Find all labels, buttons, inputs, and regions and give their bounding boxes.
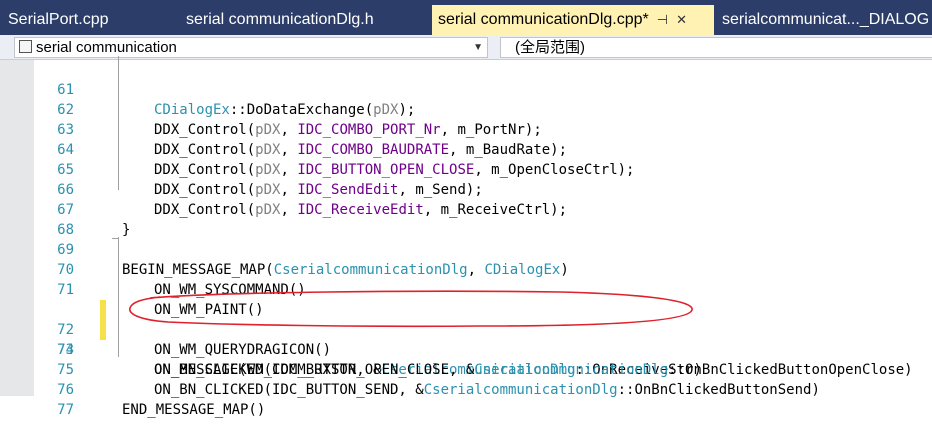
code-line: 61 CDialogEx::DoDataExchange(pDX); xyxy=(0,60,932,118)
scope-dropdown-label: (全局范围) xyxy=(515,39,585,56)
code-line: 74 ON_BN_CLICKED(IDC_BUTTON_OPEN_CLOSE, … xyxy=(0,320,932,378)
tab-dlg-h[interactable]: serial communicationDlg.h xyxy=(178,5,432,35)
tab-label: serial communicationDlg.cpp* xyxy=(438,11,649,28)
code-line: 70 ON_WM_SYSCOMMAND() xyxy=(0,240,932,298)
code-line: 76 END_MESSAGE_MAP() xyxy=(0,360,932,418)
document-tab-bar: SerialPort.cpp serial communicationDlg.h… xyxy=(0,0,932,35)
tab-dialog-resource[interactable]: serialcommunicat..._DIALOG xyxy=(714,5,932,35)
code-line: 75 ON_BN_CLICKED(IDC_BUTTON_SEND, &Cseri… xyxy=(0,340,932,398)
code-line: 66 DDX_Control(pDX, IDC_ReceiveEdit, m_R… xyxy=(0,160,932,218)
code-line: 72 ON_WM_QUERYDRAGICON() xyxy=(0,280,932,358)
scope-dropdown[interactable]: (全局范围) xyxy=(500,37,932,58)
project-dropdown[interactable]: serial communication ▼ xyxy=(14,37,488,58)
code-line: 65 DDX_Control(pDX, IDC_SendEdit, m_Send… xyxy=(0,140,932,198)
tab-serialport-cpp[interactable]: SerialPort.cpp xyxy=(0,5,178,35)
code-line: 63 DDX_Control(pDX, IDC_COMBO_BAUDRATE, … xyxy=(0,100,932,158)
code-editor[interactable]: 61 CDialogEx::DoDataExchange(pDX); 62 DD… xyxy=(0,56,932,418)
code-token: END_MESSAGE_MAP() xyxy=(122,402,266,418)
code-line: 73 ON_MESSAGE(WM_COMM_RXSTR, &Cserialcom… xyxy=(0,300,932,378)
tab-dlg-cpp[interactable]: serial communicationDlg.cpp* ⊣ ✕ xyxy=(432,5,714,35)
code-line: 69 BEGIN_MESSAGE_MAP(Cserialcommunicatio… xyxy=(0,220,932,278)
pin-icon[interactable]: ⊣ xyxy=(657,12,668,28)
code-line: 68 xyxy=(0,200,932,238)
navigation-bar: serial communication ▼ (全局范围) xyxy=(0,35,932,60)
code-line: 62 DDX_Control(pDX, IDC_COMBO_PORT_Nr, m… xyxy=(0,80,932,138)
code-line: 67 } xyxy=(0,180,932,238)
line-number: 77 xyxy=(57,402,74,418)
code-line: 64 DDX_Control(pDX, IDC_BUTTON_OPEN_CLOS… xyxy=(0,120,932,178)
project-dropdown-label: serial communication xyxy=(36,39,177,56)
chevron-down-icon: ▼ xyxy=(473,42,483,53)
tab-label: serialcommunicat..._DIALOG xyxy=(722,11,930,28)
code-line: 77 xyxy=(0,380,932,418)
close-icon[interactable]: ✕ xyxy=(676,12,687,28)
project-icon xyxy=(19,40,32,53)
tab-label: serial communicationDlg.h xyxy=(186,11,374,28)
tab-label: SerialPort.cpp xyxy=(8,11,109,28)
code-line: 71 ON_WM_PAINT() xyxy=(0,260,932,318)
